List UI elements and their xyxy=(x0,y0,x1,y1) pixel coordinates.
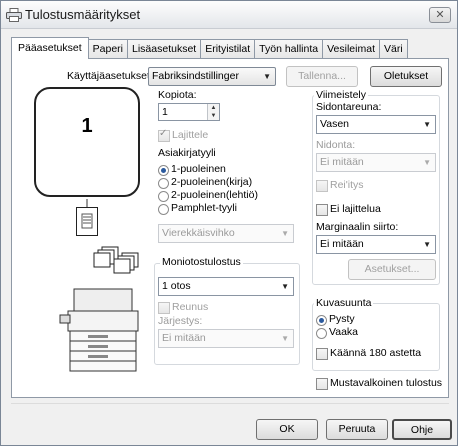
rotate-180-checkbox[interactable]: Käännä 180 astetta xyxy=(316,347,421,360)
staple-select[interactable]: Ei mitään ▼ xyxy=(316,153,436,172)
multi-up-value: 1 otos xyxy=(162,280,191,292)
printer-icon xyxy=(6,8,22,22)
orientation-title: Kuvasuunta xyxy=(314,297,374,309)
close-button[interactable]: ✕ xyxy=(429,7,451,23)
chevron-down-icon: ▼ xyxy=(423,120,431,129)
document-style-1-sided[interactable]: 1-puoleinen xyxy=(158,163,226,176)
chevron-down-icon: ▼ xyxy=(423,158,431,167)
help-button[interactable]: Ohje xyxy=(392,419,452,440)
margin-shift-value: Ei mitään xyxy=(320,238,364,250)
tab-advanced[interactable]: Lisäasetukset xyxy=(127,39,202,59)
chevron-down-icon: ▼ xyxy=(423,240,431,249)
copies-stepper[interactable]: 1 ▲ ▼ xyxy=(158,103,220,121)
tab-watermarks[interactable]: Vesileimat xyxy=(322,39,380,59)
user-settings-select[interactable]: Fabriksindstillinger ▼ xyxy=(148,67,276,86)
tab-panel: Käyttäjäasetukset: Fabriksindstillinger ▼… xyxy=(11,58,449,398)
order-value: Ei mitään xyxy=(162,332,206,344)
output-document-icon xyxy=(76,199,98,236)
monochrome-checkbox[interactable]: Mustavalkoinen tulostus xyxy=(316,377,442,390)
margin-settings-button[interactable]: Asetukset... xyxy=(348,259,436,280)
dialog-buttons: OK Peruuta Ohje xyxy=(1,413,457,445)
border-checkbox[interactable]: Reunus xyxy=(158,301,208,314)
margin-shift-label: Marginaalin siirto: xyxy=(316,221,399,233)
staple-value: Ei mitään xyxy=(320,156,364,168)
printer-device-icon xyxy=(59,288,139,372)
chevron-down-icon: ▼ xyxy=(263,72,271,81)
preview-page-number: 1 xyxy=(81,115,93,137)
multi-up-title: Moniotostulostus xyxy=(160,256,243,268)
finishing-title: Viimeistely xyxy=(314,89,368,101)
page-preview: 1 xyxy=(34,87,140,197)
window-title: Tulostusmääritykset xyxy=(25,7,141,22)
order-select[interactable]: Ei mitään ▼ xyxy=(158,329,294,348)
binding-edge-value: Vasen xyxy=(320,118,349,130)
spin-arrows-icon[interactable]: ▲ ▼ xyxy=(207,104,219,120)
separator xyxy=(11,403,449,404)
copies-value: 1 xyxy=(162,106,168,118)
tab-basic[interactable]: Pääasetukset xyxy=(11,37,89,59)
booklet-select[interactable]: Vierekkäisvihko ▼ xyxy=(158,224,294,243)
user-settings-label: Käyttäjäasetukset: xyxy=(67,70,153,82)
tab-paper[interactable]: Paperi xyxy=(87,39,128,59)
tab-job-handling[interactable]: Työn hallinta xyxy=(254,39,324,59)
document-style-2-sided-book[interactable]: 2-puoleinen(kirja) xyxy=(158,176,252,189)
margin-shift-select[interactable]: Ei mitään ▼ xyxy=(316,235,436,254)
tab-color[interactable]: Väri xyxy=(378,39,408,59)
defaults-button[interactable]: Oletukset xyxy=(370,66,442,87)
user-settings-value: Fabriksindstillinger xyxy=(152,70,239,82)
multi-up-select[interactable]: 1 otos ▼ xyxy=(158,277,294,296)
chevron-down-icon: ▼ xyxy=(281,334,289,343)
binding-edge-select[interactable]: Vasen ▼ xyxy=(316,115,436,134)
booklet-value: Vierekkäisvihko xyxy=(162,227,235,239)
ok-button[interactable]: OK xyxy=(256,419,318,440)
copies-label: Kopiota: xyxy=(158,89,197,101)
binding-edge-label: Sidontareuna: xyxy=(316,101,382,113)
document-style-2-sided-tablet[interactable]: 2-puoleinen(lehtiö) xyxy=(158,189,258,202)
order-label: Järjestys: xyxy=(158,315,203,327)
offset-checkbox[interactable]: Ei lajittelua xyxy=(316,203,381,216)
title-bar: Tulostusmääritykset ✕ xyxy=(1,1,457,29)
save-settings-button[interactable]: Tallenna... xyxy=(286,66,358,87)
orientation-landscape[interactable]: Vaaka xyxy=(316,326,358,339)
print-preferences-window: Tulostusmääritykset ✕ Pääasetukset Paper… xyxy=(0,0,458,446)
staple-label: Nidonta: xyxy=(316,139,356,151)
chevron-down-icon: ▼ xyxy=(281,282,289,291)
cancel-button[interactable]: Peruuta xyxy=(326,419,388,440)
tab-special-modes[interactable]: Erityistilat xyxy=(200,39,256,59)
document-style-pamphlet[interactable]: Pamphlet-tyyli xyxy=(158,202,237,215)
collate-checkbox[interactable]: Lajittele xyxy=(158,128,208,142)
chevron-down-icon: ▼ xyxy=(281,229,289,238)
tab-bar: Pääasetukset Paperi Lisäasetukset Erityi… xyxy=(11,37,408,59)
orientation-portrait[interactable]: Pysty xyxy=(316,313,355,326)
copies-stack-icon xyxy=(93,246,139,274)
punch-checkbox[interactable]: Rei'itys xyxy=(316,179,364,192)
document-style-title: Asiakirjatyyli xyxy=(158,147,216,159)
